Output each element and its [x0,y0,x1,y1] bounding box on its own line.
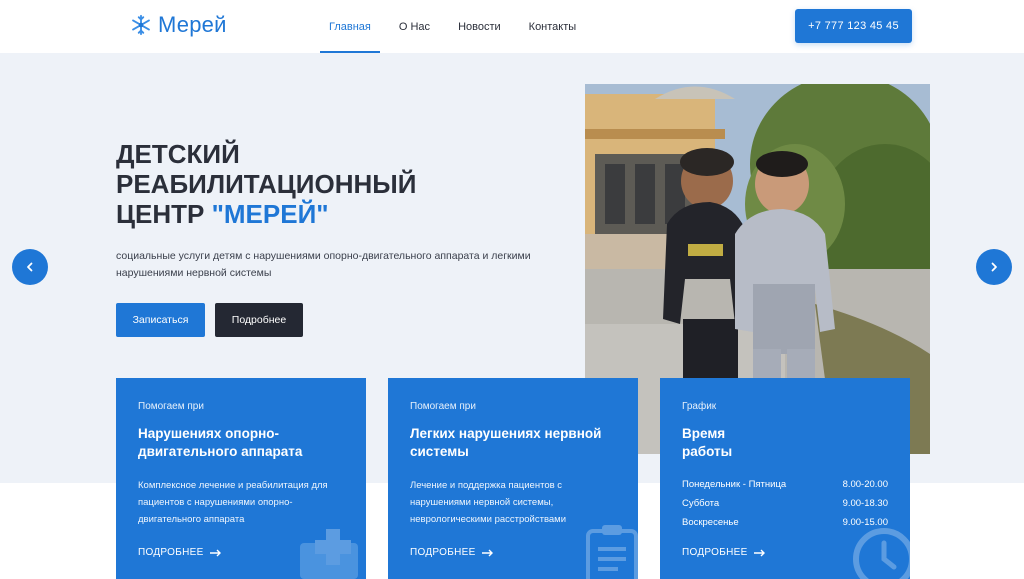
arrow-right-icon [481,549,493,556]
card-title-line-1: Время [682,426,726,441]
schedule-day: Суббота [682,498,720,509]
logo-text: Мерей [158,12,227,37]
slider-prev-button[interactable] [12,249,48,285]
nav-item-contacts[interactable]: Контакты [520,0,586,53]
phone-button[interactable]: +7 777 123 45 45 [795,9,912,43]
card-kicker: График [682,401,717,412]
signup-button[interactable]: Записаться [116,303,205,337]
schedule-row: Понедельник - Пятница 8.00-20.00 [682,475,888,494]
hero-title-line-2: реабилитационный [116,169,417,199]
site-header: Мерей Главная О Нас Новости Контакты +7 … [0,0,1024,53]
chevron-right-icon [991,262,997,272]
slider-next-button[interactable] [976,249,1012,285]
card-kicker: Помогаем при [410,401,476,412]
card-kicker: Помогаем при [138,401,204,412]
card-more-link[interactable]: ПОДРОБНЕЕ [138,547,222,558]
service-card-nervous-system: Помогаем при Легких нарушениях нервной с… [388,378,638,579]
schedule-hours: 9.00-18.30 [842,498,888,509]
card-title: Время работы [682,425,892,461]
card-more-label: ПОДРОБНЕЕ [682,547,748,558]
nav-item-news[interactable]: Новости [449,0,510,53]
arrow-right-icon [209,549,221,556]
card-more-label: ПОДРОБНЕЕ [410,547,476,558]
arrow-right-icon [753,549,765,556]
main-nav: Главная О Нас Новости Контакты [320,0,595,53]
hero-title-line-1: Детский [116,139,240,169]
hero-title-prefix: центр [116,199,212,229]
logo[interactable]: Мерей [130,12,227,38]
nav-item-about[interactable]: О Нас [390,0,439,53]
card-title: Легких нарушениях нервной системы [410,426,602,459]
clipboard-icon [586,525,638,579]
card-text: Лечение и поддержка пациентов с нарушени… [410,480,567,525]
schedule-day: Понедельник - Пятница [682,479,787,490]
schedule-table: Понедельник - Пятница 8.00-20.00 Суббота… [682,475,888,532]
card-more-label: ПОДРОБНЕЕ [138,547,204,558]
card-more-link[interactable]: ПОДРОБНЕЕ [682,547,766,558]
schedule-day: Воскресенье [682,517,739,528]
card-text: Комплексное лечение и реабилитация для п… [138,480,328,525]
hero-subtitle: социальные услуги детям с нарушениями оп… [116,250,531,279]
ambulance-icon [300,529,358,579]
hero-title: Детский реабилитационный центр "Мерей" [116,139,476,229]
card-more-link[interactable]: ПОДРОБНЕЕ [410,547,494,558]
clock-icon [853,528,910,579]
nav-item-home[interactable]: Главная [320,0,380,53]
card-title: Нарушениях опорно-двигательного аппарата [138,426,303,459]
schedule-hours: 8.00-20.00 [842,479,888,490]
schedule-card: График Время работы Понедельник - Пятниц… [660,378,910,579]
hero-title-line-3: центр "Мерей" [116,199,476,229]
service-card-musculoskeletal: Помогаем при Нарушениях опорно-двигатель… [116,378,366,579]
snowflake-logo-icon [132,14,150,36]
card-title-line-2: работы [682,444,733,459]
more-button[interactable]: Подробнее [215,303,303,337]
hero-title-accent: "Мерей" [211,199,329,229]
chevron-left-icon [27,262,33,272]
schedule-row: Суббота 9.00-18.30 [682,494,888,513]
